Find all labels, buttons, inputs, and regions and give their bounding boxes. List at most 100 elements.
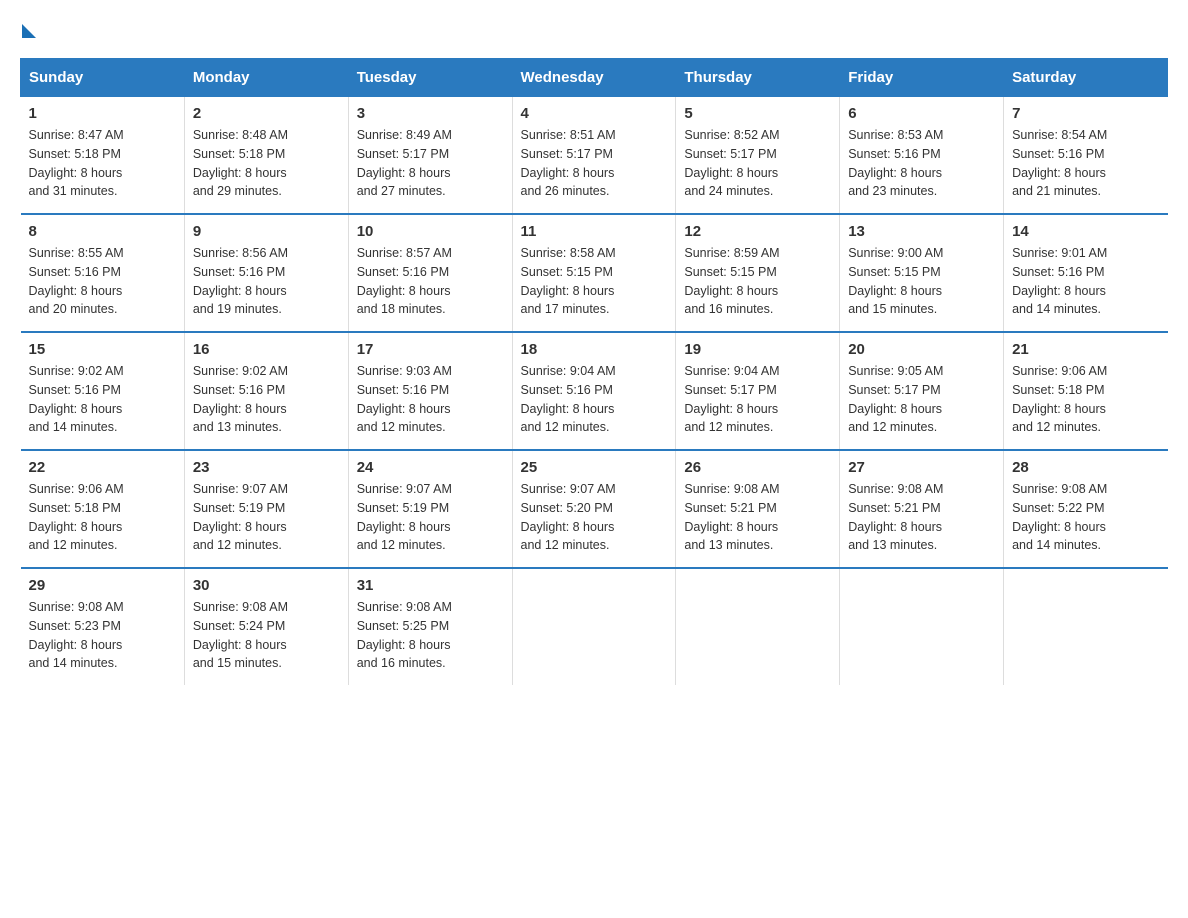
calendar-cell: 3 Sunrise: 8:49 AM Sunset: 5:17 PM Dayli…: [348, 97, 512, 215]
calendar-cell: 27 Sunrise: 9:08 AM Sunset: 5:21 PM Dayl…: [840, 450, 1004, 568]
day-info: Sunrise: 9:03 AM Sunset: 5:16 PM Dayligh…: [357, 362, 504, 437]
calendar-week-row: 29 Sunrise: 9:08 AM Sunset: 5:23 PM Dayl…: [21, 568, 1168, 685]
calendar-cell: 15 Sunrise: 9:02 AM Sunset: 5:16 PM Dayl…: [21, 332, 185, 450]
day-info: Sunrise: 9:04 AM Sunset: 5:17 PM Dayligh…: [684, 362, 831, 437]
day-info: Sunrise: 9:04 AM Sunset: 5:16 PM Dayligh…: [521, 362, 668, 437]
day-info: Sunrise: 9:02 AM Sunset: 5:16 PM Dayligh…: [29, 362, 176, 437]
weekday-header-saturday: Saturday: [1004, 59, 1168, 97]
calendar-cell: 23 Sunrise: 9:07 AM Sunset: 5:19 PM Dayl…: [184, 450, 348, 568]
calendar-week-row: 1 Sunrise: 8:47 AM Sunset: 5:18 PM Dayli…: [21, 97, 1168, 215]
calendar-week-row: 8 Sunrise: 8:55 AM Sunset: 5:16 PM Dayli…: [21, 214, 1168, 332]
day-info: Sunrise: 8:52 AM Sunset: 5:17 PM Dayligh…: [684, 126, 831, 201]
day-info: Sunrise: 8:59 AM Sunset: 5:15 PM Dayligh…: [684, 244, 831, 319]
calendar-cell: [840, 568, 1004, 685]
calendar-cell: 24 Sunrise: 9:07 AM Sunset: 5:19 PM Dayl…: [348, 450, 512, 568]
weekday-header-friday: Friday: [840, 59, 1004, 97]
day-number: 19: [684, 341, 831, 358]
day-info: Sunrise: 8:53 AM Sunset: 5:16 PM Dayligh…: [848, 126, 995, 201]
calendar-cell: 14 Sunrise: 9:01 AM Sunset: 5:16 PM Dayl…: [1004, 214, 1168, 332]
day-info: Sunrise: 9:06 AM Sunset: 5:18 PM Dayligh…: [29, 480, 176, 555]
calendar-cell: 1 Sunrise: 8:47 AM Sunset: 5:18 PM Dayli…: [21, 97, 185, 215]
calendar-cell: 30 Sunrise: 9:08 AM Sunset: 5:24 PM Dayl…: [184, 568, 348, 685]
day-number: 7: [1012, 105, 1159, 122]
day-info: Sunrise: 9:05 AM Sunset: 5:17 PM Dayligh…: [848, 362, 995, 437]
day-number: 2: [193, 105, 340, 122]
day-number: 26: [684, 459, 831, 476]
calendar-cell: 25 Sunrise: 9:07 AM Sunset: 5:20 PM Dayl…: [512, 450, 676, 568]
calendar-cell: 17 Sunrise: 9:03 AM Sunset: 5:16 PM Dayl…: [348, 332, 512, 450]
day-number: 5: [684, 105, 831, 122]
day-number: 14: [1012, 223, 1159, 240]
page-header: [20, 20, 1168, 38]
calendar-cell: 29 Sunrise: 9:08 AM Sunset: 5:23 PM Dayl…: [21, 568, 185, 685]
calendar-cell: 8 Sunrise: 8:55 AM Sunset: 5:16 PM Dayli…: [21, 214, 185, 332]
calendar-cell: 5 Sunrise: 8:52 AM Sunset: 5:17 PM Dayli…: [676, 97, 840, 215]
calendar-cell: 13 Sunrise: 9:00 AM Sunset: 5:15 PM Dayl…: [840, 214, 1004, 332]
calendar-cell: [512, 568, 676, 685]
day-info: Sunrise: 8:51 AM Sunset: 5:17 PM Dayligh…: [521, 126, 668, 201]
day-info: Sunrise: 9:08 AM Sunset: 5:22 PM Dayligh…: [1012, 480, 1159, 555]
day-number: 29: [29, 577, 176, 594]
calendar-cell: 18 Sunrise: 9:04 AM Sunset: 5:16 PM Dayl…: [512, 332, 676, 450]
logo-triangle-icon: [22, 24, 36, 38]
logo: [20, 20, 36, 38]
day-number: 8: [29, 223, 176, 240]
calendar-cell: 2 Sunrise: 8:48 AM Sunset: 5:18 PM Dayli…: [184, 97, 348, 215]
calendar-body: 1 Sunrise: 8:47 AM Sunset: 5:18 PM Dayli…: [21, 97, 1168, 686]
day-number: 30: [193, 577, 340, 594]
day-info: Sunrise: 8:47 AM Sunset: 5:18 PM Dayligh…: [29, 126, 176, 201]
day-number: 21: [1012, 341, 1159, 358]
calendar-header: SundayMondayTuesdayWednesdayThursdayFrid…: [21, 59, 1168, 97]
day-number: 6: [848, 105, 995, 122]
calendar-cell: 31 Sunrise: 9:08 AM Sunset: 5:25 PM Dayl…: [348, 568, 512, 685]
day-number: 1: [29, 105, 176, 122]
day-info: Sunrise: 8:55 AM Sunset: 5:16 PM Dayligh…: [29, 244, 176, 319]
day-number: 13: [848, 223, 995, 240]
calendar-cell: 16 Sunrise: 9:02 AM Sunset: 5:16 PM Dayl…: [184, 332, 348, 450]
calendar-cell: 22 Sunrise: 9:06 AM Sunset: 5:18 PM Dayl…: [21, 450, 185, 568]
calendar-cell: 28 Sunrise: 9:08 AM Sunset: 5:22 PM Dayl…: [1004, 450, 1168, 568]
calendar-table: SundayMondayTuesdayWednesdayThursdayFrid…: [20, 58, 1168, 685]
calendar-week-row: 15 Sunrise: 9:02 AM Sunset: 5:16 PM Dayl…: [21, 332, 1168, 450]
day-number: 24: [357, 459, 504, 476]
day-info: Sunrise: 9:01 AM Sunset: 5:16 PM Dayligh…: [1012, 244, 1159, 319]
day-number: 22: [29, 459, 176, 476]
day-info: Sunrise: 8:48 AM Sunset: 5:18 PM Dayligh…: [193, 126, 340, 201]
calendar-week-row: 22 Sunrise: 9:06 AM Sunset: 5:18 PM Dayl…: [21, 450, 1168, 568]
day-number: 18: [521, 341, 668, 358]
day-info: Sunrise: 8:54 AM Sunset: 5:16 PM Dayligh…: [1012, 126, 1159, 201]
day-number: 4: [521, 105, 668, 122]
calendar-cell: 19 Sunrise: 9:04 AM Sunset: 5:17 PM Dayl…: [676, 332, 840, 450]
calendar-cell: 12 Sunrise: 8:59 AM Sunset: 5:15 PM Dayl…: [676, 214, 840, 332]
day-info: Sunrise: 9:06 AM Sunset: 5:18 PM Dayligh…: [1012, 362, 1159, 437]
weekday-header-sunday: Sunday: [21, 59, 185, 97]
calendar-cell: 7 Sunrise: 8:54 AM Sunset: 5:16 PM Dayli…: [1004, 97, 1168, 215]
day-number: 11: [521, 223, 668, 240]
day-info: Sunrise: 9:08 AM Sunset: 5:25 PM Dayligh…: [357, 598, 504, 673]
day-info: Sunrise: 9:00 AM Sunset: 5:15 PM Dayligh…: [848, 244, 995, 319]
calendar-cell: 26 Sunrise: 9:08 AM Sunset: 5:21 PM Dayl…: [676, 450, 840, 568]
weekday-header-thursday: Thursday: [676, 59, 840, 97]
day-info: Sunrise: 9:08 AM Sunset: 5:21 PM Dayligh…: [848, 480, 995, 555]
day-info: Sunrise: 8:49 AM Sunset: 5:17 PM Dayligh…: [357, 126, 504, 201]
day-info: Sunrise: 9:07 AM Sunset: 5:19 PM Dayligh…: [193, 480, 340, 555]
day-number: 23: [193, 459, 340, 476]
day-info: Sunrise: 8:58 AM Sunset: 5:15 PM Dayligh…: [521, 244, 668, 319]
day-info: Sunrise: 9:07 AM Sunset: 5:19 PM Dayligh…: [357, 480, 504, 555]
calendar-cell: 11 Sunrise: 8:58 AM Sunset: 5:15 PM Dayl…: [512, 214, 676, 332]
day-info: Sunrise: 9:02 AM Sunset: 5:16 PM Dayligh…: [193, 362, 340, 437]
weekday-header-tuesday: Tuesday: [348, 59, 512, 97]
day-info: Sunrise: 8:56 AM Sunset: 5:16 PM Dayligh…: [193, 244, 340, 319]
day-number: 20: [848, 341, 995, 358]
day-number: 10: [357, 223, 504, 240]
day-info: Sunrise: 9:08 AM Sunset: 5:23 PM Dayligh…: [29, 598, 176, 673]
day-number: 16: [193, 341, 340, 358]
day-number: 9: [193, 223, 340, 240]
calendar-cell: 20 Sunrise: 9:05 AM Sunset: 5:17 PM Dayl…: [840, 332, 1004, 450]
day-info: Sunrise: 9:08 AM Sunset: 5:24 PM Dayligh…: [193, 598, 340, 673]
calendar-cell: [676, 568, 840, 685]
day-number: 15: [29, 341, 176, 358]
day-number: 28: [1012, 459, 1159, 476]
day-number: 3: [357, 105, 504, 122]
day-number: 31: [357, 577, 504, 594]
